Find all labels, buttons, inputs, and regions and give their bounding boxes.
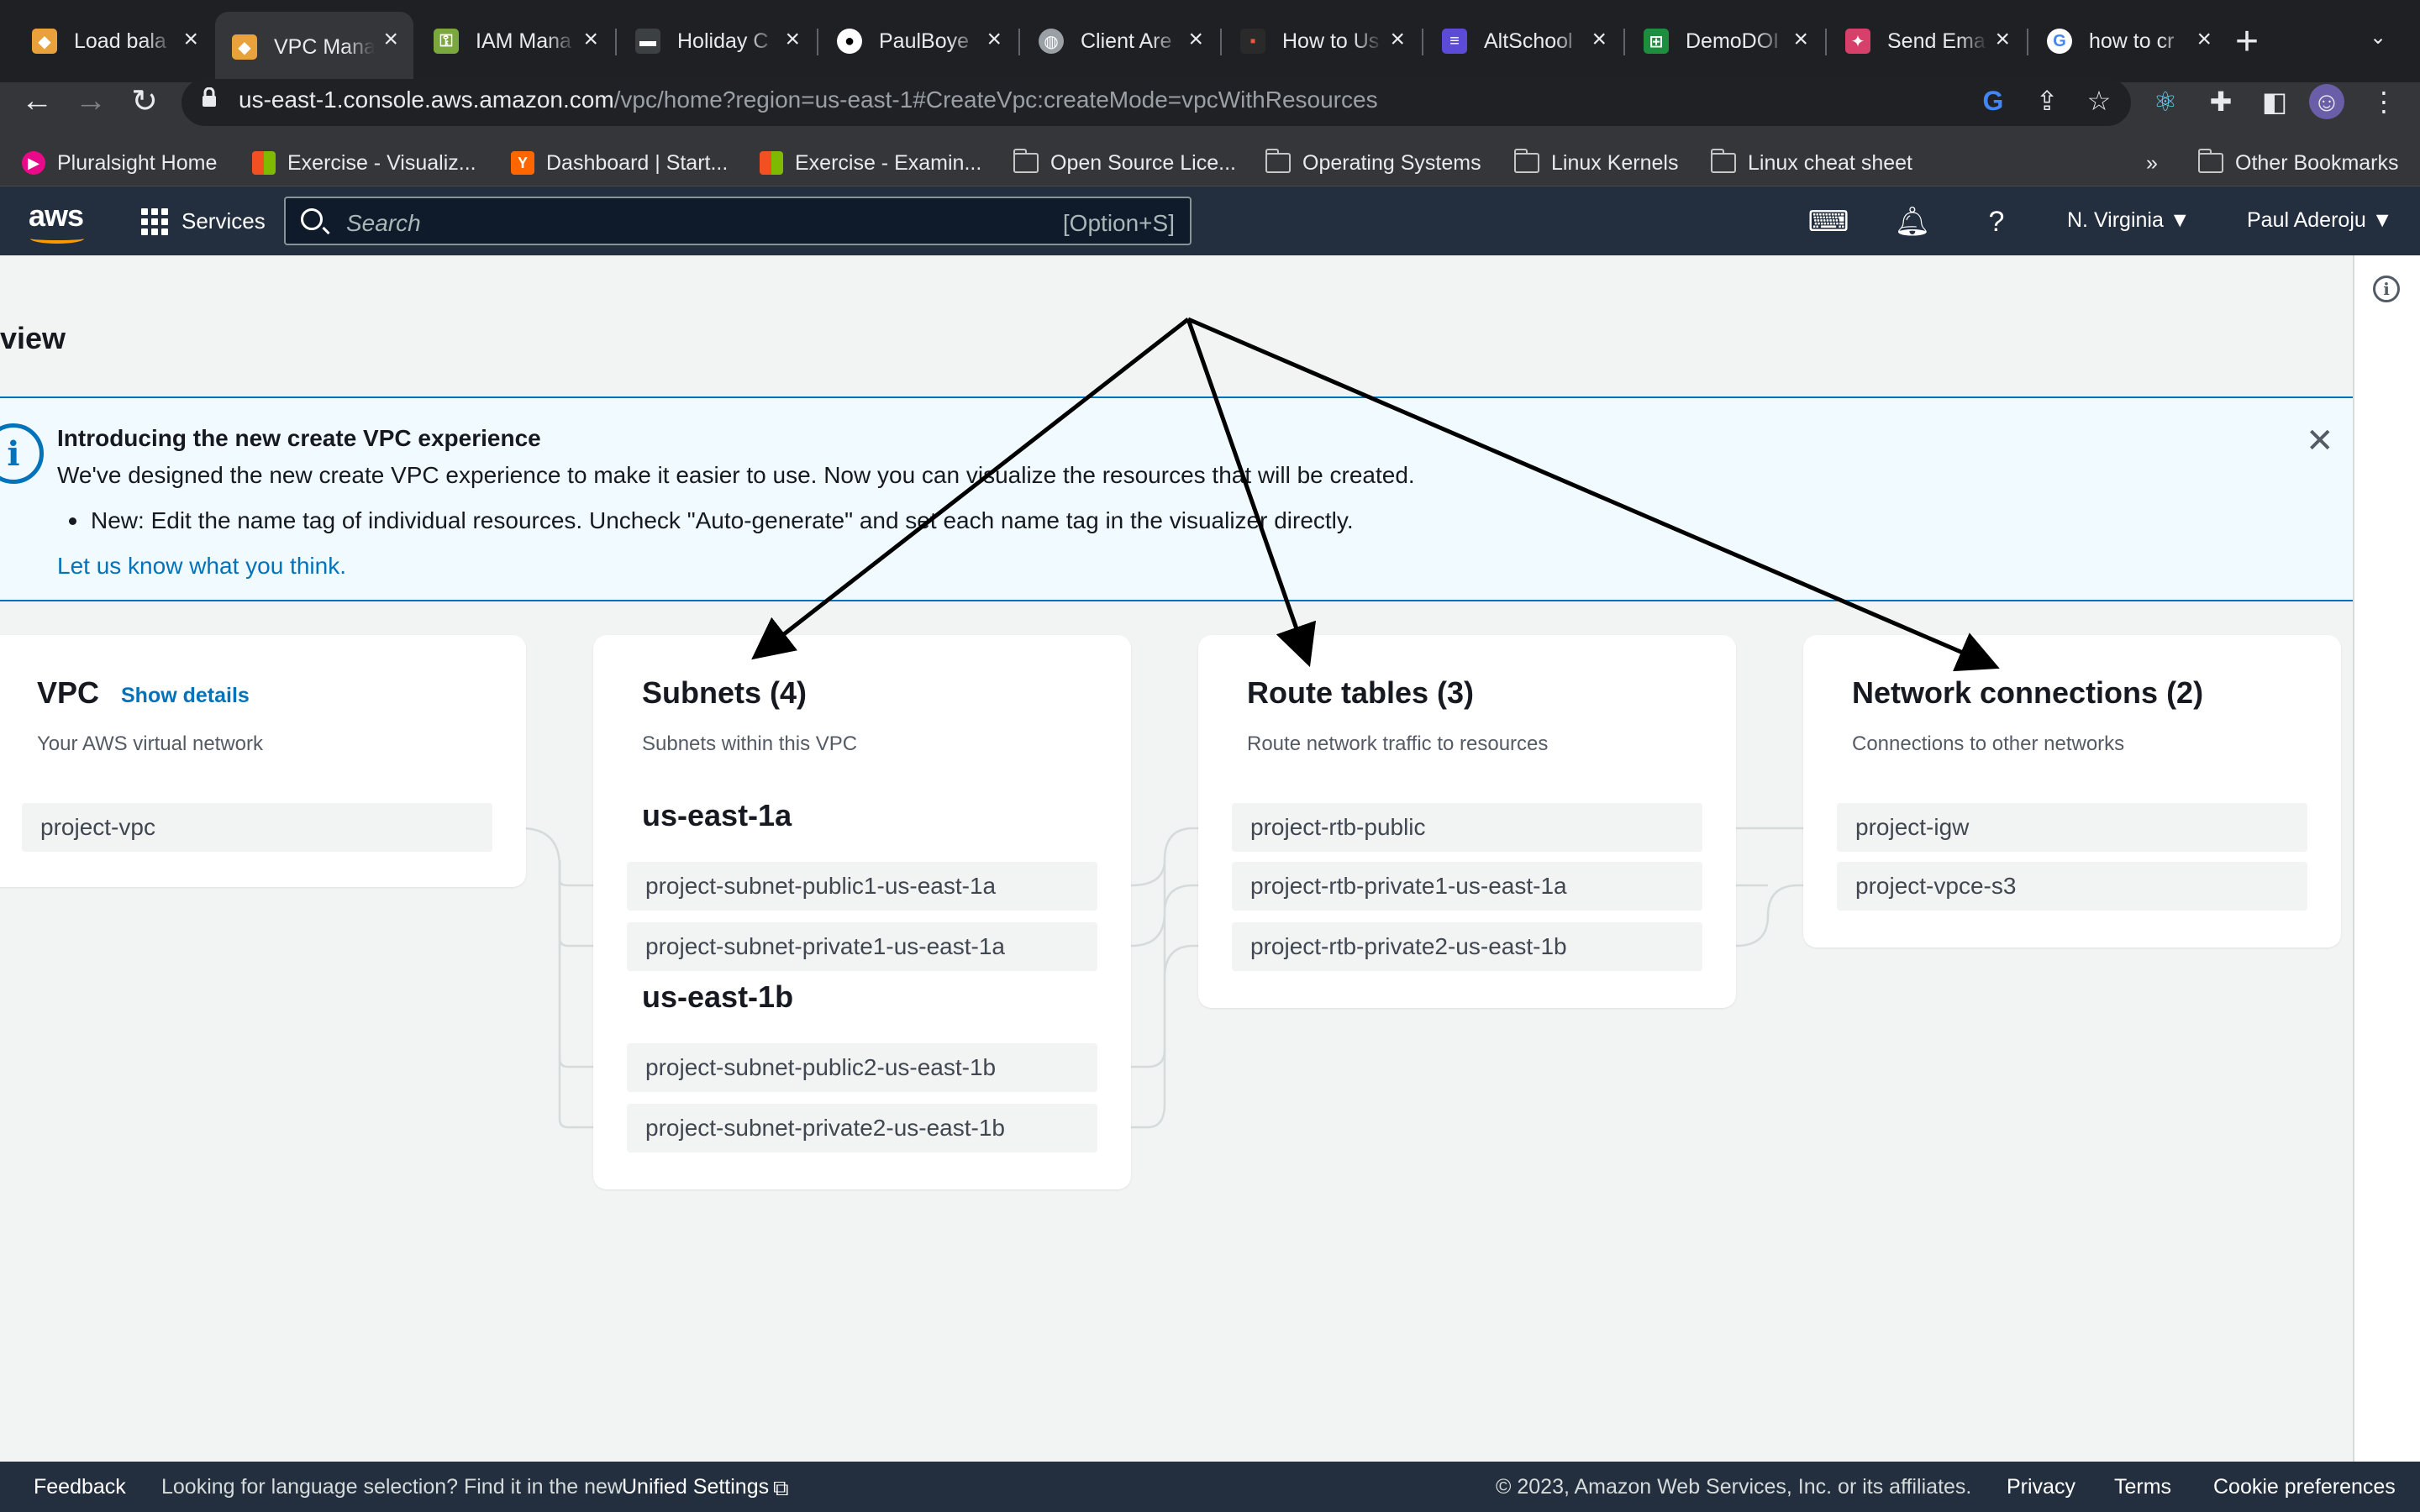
arrow-to-network-connections <box>1187 317 2000 672</box>
copyright-text: © 2023, Amazon Web Services, Inc. or its… <box>1496 1475 1972 1499</box>
language-hint: Looking for language selection? Find it … <box>161 1475 623 1499</box>
privacy-link[interactable]: Privacy <box>2007 1475 2075 1499</box>
feedback-button[interactable]: Feedback <box>34 1475 126 1499</box>
arrow-to-subnets <box>751 318 1190 660</box>
console-footer: Feedback Looking for language selection?… <box>0 1462 2420 1512</box>
terms-link[interactable]: Terms <box>2114 1475 2171 1499</box>
unified-settings-link[interactable]: Unified Settings <box>622 1475 769 1499</box>
annotation-arrows <box>751 317 2000 672</box>
external-link-icon: ⧉ <box>773 1475 789 1500</box>
cookie-preferences-link[interactable]: Cookie preferences <box>2213 1475 2396 1499</box>
arrow-to-route-tables <box>1186 318 1317 668</box>
